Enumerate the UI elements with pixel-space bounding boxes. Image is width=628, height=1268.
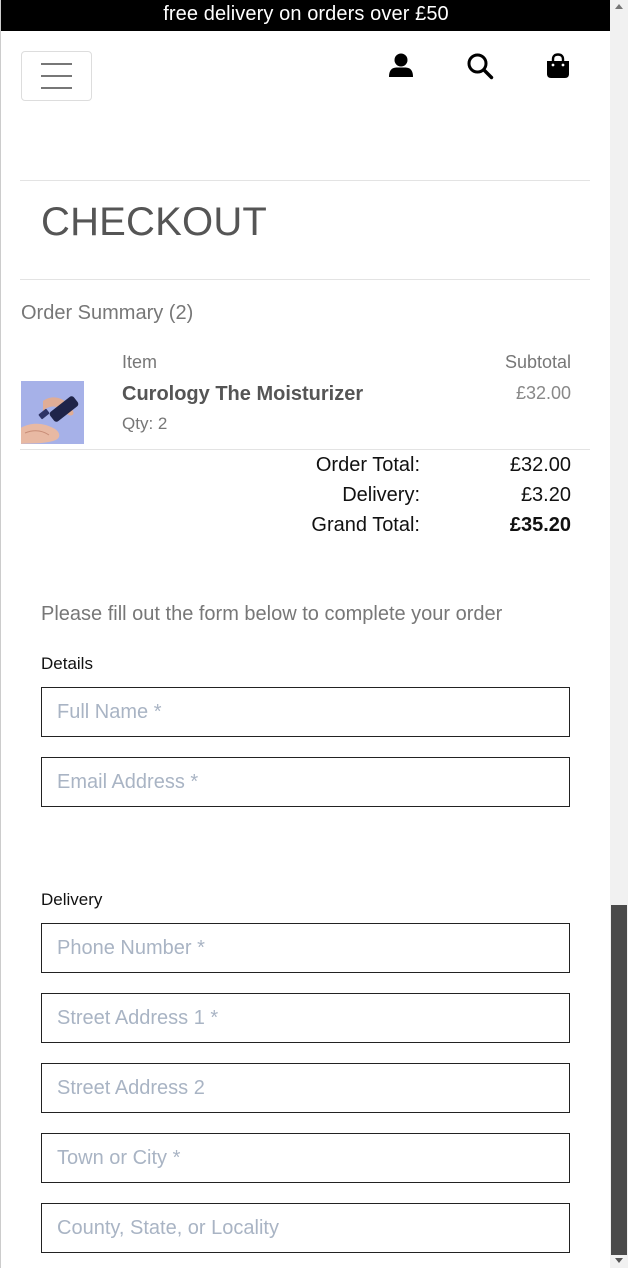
product-subtotal: £32.00 [515, 383, 571, 403]
form-intro-text: Please fill out the form below to comple… [41, 603, 503, 625]
email-field[interactable] [41, 757, 570, 807]
delivery-section-label: Delivery [41, 890, 103, 909]
menu-icon-bar [41, 75, 72, 77]
county-field[interactable] [41, 1203, 570, 1253]
scrollbar-thumb[interactable] [611, 905, 627, 1255]
item-column-header: Item [122, 352, 158, 372]
grand-total-label: Grand Total: [311, 514, 420, 536]
menu-toggle-button[interactable] [21, 51, 92, 101]
street-address-1-field[interactable] [41, 993, 570, 1043]
scroll-down-arrow-icon[interactable] [615, 1258, 623, 1263]
checkout-page: free delivery on orders over £50 CHECKOU… [0, 0, 610, 1268]
scroll-up-arrow-icon[interactable] [615, 4, 623, 9]
bag-icon [547, 53, 569, 78]
scrollbar-track[interactable] [610, 0, 628, 905]
shopping-bag-button[interactable] [544, 52, 572, 80]
subtotal-column-header: Subtotal [504, 352, 571, 372]
divider [20, 180, 590, 181]
page-scrollbar[interactable] [610, 0, 628, 1268]
menu-icon-bar [41, 87, 72, 89]
delivery-label: Delivery: [342, 484, 420, 506]
divider [20, 449, 590, 450]
account-button[interactable] [387, 52, 415, 80]
order-total-label: Order Total: [315, 454, 420, 476]
order-summary-heading: Order Summary (2) [21, 302, 194, 324]
user-icon [389, 53, 413, 77]
street-address-2-field[interactable] [41, 1063, 570, 1113]
product-thumbnail [21, 381, 84, 444]
product-quantity: Qty: 2 [122, 414, 168, 433]
search-icon [467, 53, 494, 80]
divider [20, 279, 590, 280]
phone-field[interactable] [41, 923, 570, 973]
menu-icon [41, 63, 72, 65]
grand-total-value: £35.20 [509, 514, 571, 536]
town-city-field[interactable] [41, 1133, 570, 1183]
product-name[interactable]: Curology The Moisturizer [122, 383, 363, 406]
delivery-value: £3.20 [520, 484, 571, 506]
search-button[interactable] [466, 52, 494, 80]
free-delivery-banner: free delivery on orders over £50 [1, 0, 610, 31]
page-title: CHECKOUT [41, 200, 268, 244]
order-total-value: £32.00 [509, 454, 571, 476]
full-name-field[interactable] [41, 687, 570, 737]
details-section-label: Details [41, 654, 93, 673]
